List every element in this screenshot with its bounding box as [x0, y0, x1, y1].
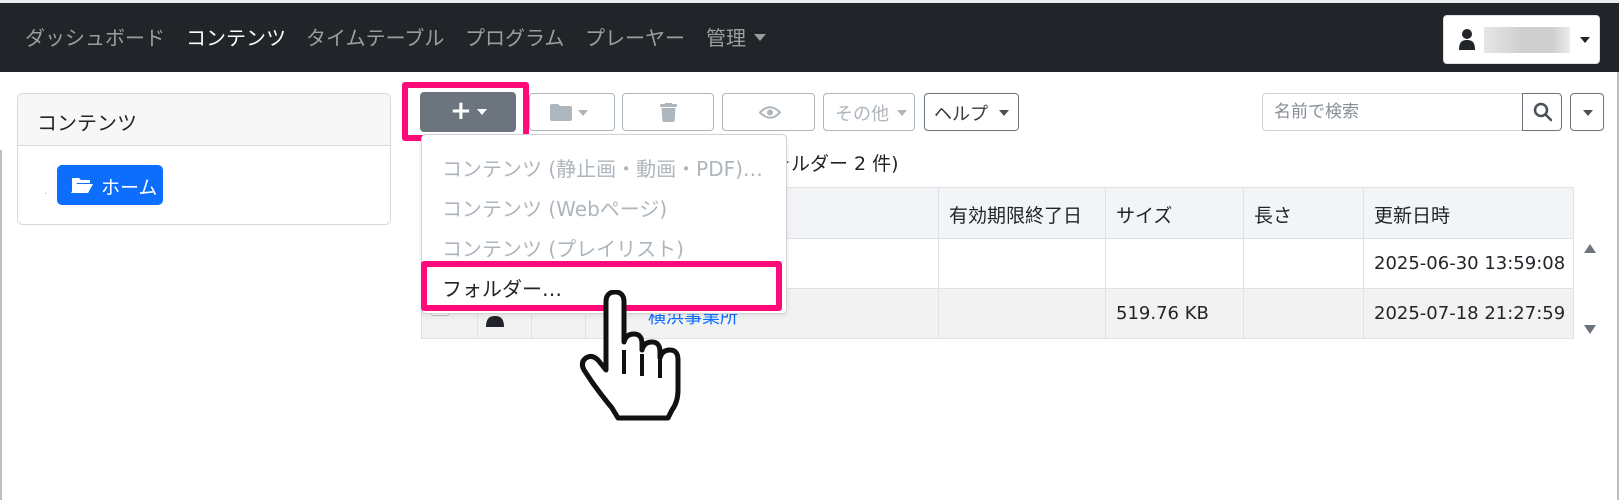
nav-admin[interactable]: 管理	[706, 22, 766, 51]
folder-button[interactable]	[529, 93, 615, 131]
delete-button[interactable]	[622, 93, 714, 131]
add-button[interactable]: +	[420, 92, 516, 132]
tree-home-folder[interactable]: ホーム	[57, 165, 163, 205]
user-icon	[486, 316, 504, 327]
other-dropdown[interactable]: その他	[823, 93, 915, 131]
folder-icon	[550, 104, 572, 121]
window-edge	[0, 150, 2, 500]
menu-item-media-content[interactable]: コンテンツ (静止画・動画・PDF)…	[442, 153, 763, 182]
col-size-header[interactable]: サイズ	[1106, 188, 1244, 239]
menu-item-playlist-content[interactable]: コンテンツ (プレイリスト)	[442, 233, 684, 262]
search-options-button[interactable]	[1570, 93, 1604, 131]
table-row-1-updated: 2025-06-30 13:59:08	[1364, 239, 1573, 289]
chevron-down-icon	[897, 110, 907, 116]
help-dropdown[interactable]: ヘルプ	[924, 93, 1019, 131]
nav-contents[interactable]: コンテンツ	[186, 22, 286, 51]
other-label: その他	[835, 104, 889, 125]
folder-tree-card: コンテンツ · ホーム	[17, 93, 391, 225]
search-input[interactable]	[1262, 93, 1523, 131]
chevron-down-icon	[1583, 110, 1593, 116]
preview-button[interactable]	[722, 93, 815, 131]
search-icon	[1533, 102, 1553, 122]
chevron-down-icon	[578, 110, 588, 116]
nav-program[interactable]: プログラム	[465, 22, 564, 51]
plus-icon: +	[450, 96, 472, 126]
trash-icon	[660, 103, 677, 122]
tree-connector: ·	[44, 189, 48, 200]
nav-player[interactable]: プレーヤー	[585, 22, 685, 51]
eye-icon	[759, 106, 781, 119]
table-row-1-length	[1244, 239, 1364, 289]
table-row-2-size: 519.76 KB	[1106, 289, 1244, 338]
user-icon	[1459, 29, 1475, 50]
user-menu-button[interactable]	[1443, 15, 1600, 64]
nav-admin-label: 管理	[706, 26, 746, 50]
search-button[interactable]	[1522, 93, 1562, 131]
table-row-2-updated: 2025-07-18 21:27:59	[1364, 289, 1573, 338]
item-count-summary: ォルダー 2 件)	[772, 153, 899, 175]
folder-tree-title: コンテンツ	[18, 94, 390, 146]
table-row-2-expiry	[939, 289, 1106, 338]
folder-open-icon	[71, 178, 93, 193]
table-row-1-expiry	[939, 239, 1106, 289]
scroll-down-arrow[interactable]	[1584, 325, 1596, 334]
scroll-up-arrow[interactable]	[1584, 244, 1596, 253]
top-navbar: ダッシュボード コンテンツ タイムテーブル プログラム プレーヤー 管理	[0, 0, 1619, 72]
col-expiry-header[interactable]: 有効期限終了日	[939, 188, 1106, 239]
nav-timetable[interactable]: タイムテーブル	[306, 22, 444, 51]
tree-home-label: ホーム	[101, 177, 158, 199]
chevron-down-icon	[754, 34, 766, 41]
table-row-1-size	[1106, 239, 1244, 289]
chevron-down-icon	[1580, 37, 1590, 43]
chevron-down-icon	[999, 110, 1009, 116]
help-label: ヘルプ	[934, 104, 988, 125]
pointing-hand-cursor	[579, 290, 681, 421]
col-length-header[interactable]: 長さ	[1244, 188, 1364, 239]
user-name-redacted	[1484, 27, 1570, 53]
col-updated-header[interactable]: 更新日時	[1364, 188, 1573, 239]
menu-item-web-content[interactable]: コンテンツ (Webページ)	[442, 193, 667, 222]
chevron-down-icon	[477, 109, 487, 115]
table-row-2-length	[1244, 289, 1364, 338]
nav-dashboard[interactable]: ダッシュボード	[25, 22, 165, 51]
